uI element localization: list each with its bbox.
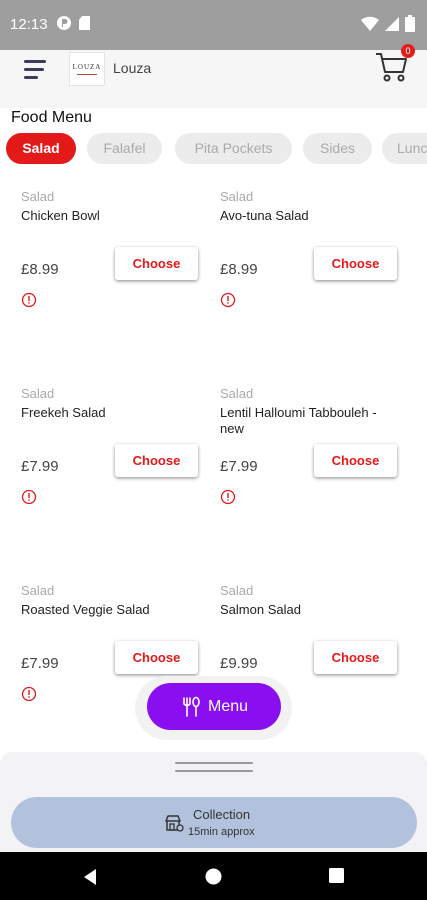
collection-label: Collection: [193, 807, 251, 822]
item-category: Salad: [21, 583, 55, 598]
menu-button[interactable]: Menu: [147, 683, 281, 730]
item-category: Salad: [220, 386, 254, 401]
cart-button[interactable]: 0: [375, 44, 415, 86]
item-price: £8.99: [21, 261, 59, 278]
item-name: Freekeh Salad: [21, 405, 106, 420]
choose-button[interactable]: Choose: [115, 444, 198, 477]
menu-button-container: Menu: [135, 676, 292, 740]
battery-icon: [405, 15, 415, 32]
menu-button-label: Menu: [207, 697, 249, 715]
info-icon[interactable]: [220, 292, 236, 308]
sd-card-icon: [79, 16, 90, 30]
food-menu-title: Food Menu: [11, 109, 92, 126]
item-name: Avo-tuna Salad: [220, 208, 309, 223]
status-left-icons: [56, 15, 91, 31]
signal-icon: [385, 16, 399, 31]
item-category: Salad: [220, 189, 254, 204]
cart-count-badge: 0: [401, 44, 415, 58]
system-nav-bar: [0, 852, 427, 900]
category-tabs: Salad Falafel Pita Pockets Sides Lunc: [6, 133, 427, 165]
item-price: £7.99: [220, 458, 258, 475]
fork-spoon-icon: [183, 696, 200, 717]
category-tab-falafel[interactable]: Falafel: [87, 133, 162, 164]
choose-button[interactable]: Choose: [115, 247, 198, 280]
bottom-sheet: Collection 15min approx: [0, 752, 427, 852]
item-name: Salmon Salad: [220, 602, 301, 617]
cast-icon: [57, 16, 71, 30]
wifi-icon: [361, 16, 379, 31]
status-bar: 12:13: [0, 0, 427, 50]
status-right-icons: [361, 15, 415, 32]
item-category: Salad: [21, 189, 55, 204]
app-header: LOUZA Louza 0: [0, 44, 427, 108]
menu-item-card: Salad Avo-tuna Salad £8.99 Choose: [220, 189, 410, 369]
choose-button[interactable]: Choose: [115, 641, 198, 674]
item-name: Roasted Veggie Salad: [21, 602, 150, 617]
hamburger-menu-icon[interactable]: [24, 58, 50, 80]
info-icon[interactable]: [21, 292, 37, 308]
collection-time: 15min approx: [188, 826, 255, 838]
logo-text: LOUZA: [72, 63, 102, 71]
info-icon[interactable]: [21, 489, 37, 505]
restaurant-name: Louza: [113, 60, 152, 76]
item-name: Lentil Halloumi Tabbouleh - new: [220, 405, 377, 436]
menu-item-card: Salad Lentil Halloumi Tabbouleh - new £7…: [220, 386, 410, 566]
item-price: £9.99: [220, 655, 258, 672]
item-price: £8.99: [220, 261, 258, 278]
item-name: Chicken Bowl: [21, 208, 100, 223]
home-icon[interactable]: [205, 868, 222, 885]
item-category: Salad: [21, 386, 55, 401]
item-price: £7.99: [21, 458, 59, 475]
recents-icon[interactable]: [329, 868, 344, 883]
collection-button[interactable]: Collection 15min approx: [11, 797, 417, 848]
status-time: 12:13: [10, 16, 48, 33]
category-tab-pita-pockets[interactable]: Pita Pockets: [175, 133, 292, 164]
choose-button[interactable]: Choose: [314, 641, 397, 674]
drag-handle[interactable]: [175, 762, 253, 774]
choose-button[interactable]: Choose: [314, 444, 397, 477]
choose-button[interactable]: Choose: [314, 247, 397, 280]
category-tab-salad[interactable]: Salad: [6, 133, 76, 164]
store-icon: [165, 815, 184, 832]
category-tab-sides[interactable]: Sides: [303, 133, 372, 164]
info-icon[interactable]: [21, 686, 37, 702]
restaurant-logo: LOUZA: [69, 52, 105, 86]
item-category: Salad: [220, 583, 254, 598]
info-icon[interactable]: [220, 489, 236, 505]
menu-item-card: Salad Freekeh Salad £7.99 Choose: [21, 386, 211, 566]
back-icon[interactable]: [82, 868, 98, 886]
menu-item-card: Salad Chicken Bowl £8.99 Choose: [21, 189, 211, 369]
category-tab-lunch[interactable]: Lunc: [382, 133, 427, 164]
item-price: £7.99: [21, 655, 59, 672]
